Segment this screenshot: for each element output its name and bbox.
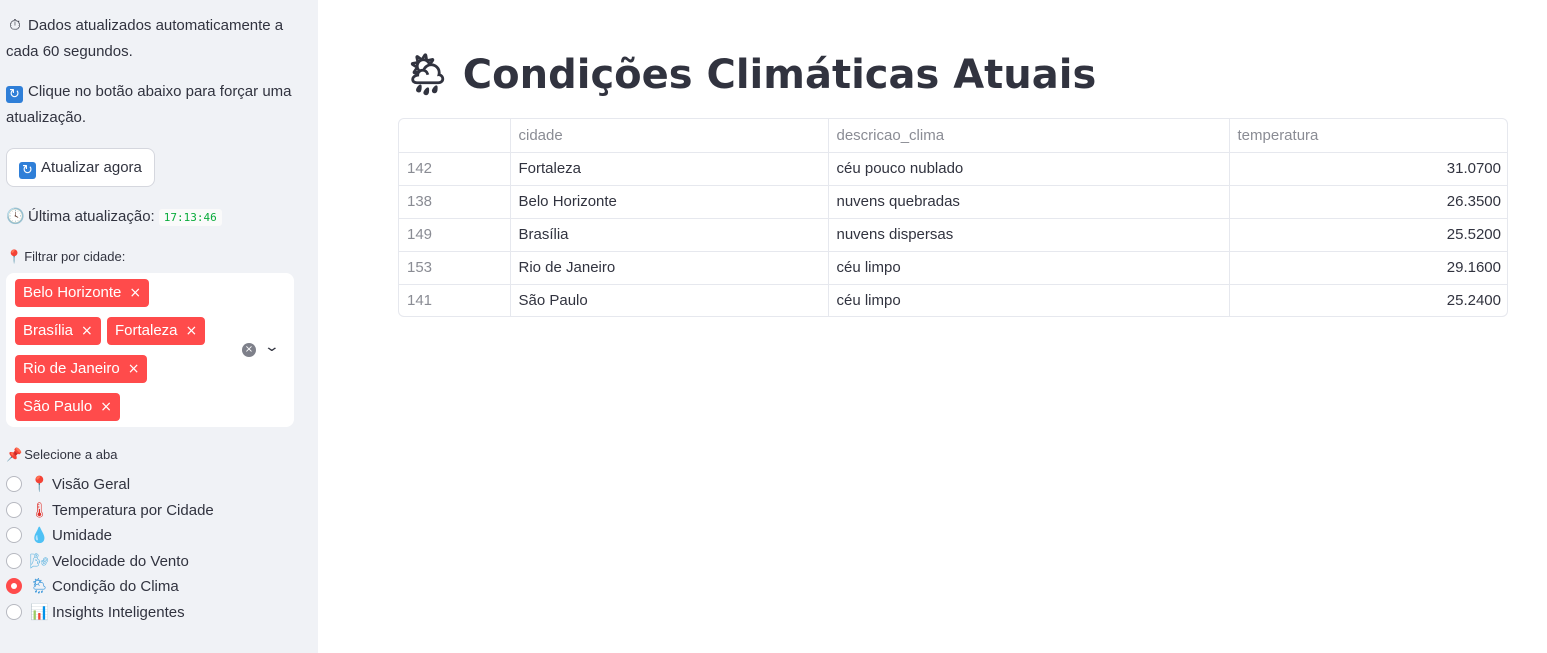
radio-condicao-clima[interactable]: 🌦 Condição do Clima bbox=[6, 575, 179, 597]
radio-button[interactable] bbox=[6, 604, 22, 620]
auto-update-text: Dados atualizados automaticamente a cada… bbox=[6, 17, 284, 60]
radio-button[interactable] bbox=[6, 476, 22, 492]
radio-button[interactable] bbox=[6, 502, 22, 518]
cell-cidade[interactable]: Belo Horizonte bbox=[510, 185, 829, 219]
page-title: 🌦 Condições Climáticas Atuais bbox=[402, 44, 1096, 106]
last-update-row: 🕓 Última atualização: 17:13:46 bbox=[6, 203, 222, 231]
filter-label-text: Filtrar por cidade: bbox=[24, 249, 126, 264]
row-index: 138 bbox=[399, 185, 511, 219]
table-row[interactable]: 141 São Paulo céu limpo 25.2400 bbox=[399, 284, 1507, 316]
radio-label: Visão Geral bbox=[52, 476, 131, 493]
thermometer-icon: 🌡 bbox=[30, 501, 50, 519]
cell-temperatura[interactable]: 29.1600 bbox=[1229, 251, 1507, 285]
update-now-button[interactable]: ↻ Atualizar agora bbox=[6, 148, 155, 187]
column-header-cidade[interactable]: cidade bbox=[510, 119, 829, 153]
tab-select-label: 📌 Selecione a aba bbox=[6, 446, 117, 465]
table-header-row: cidade descricao_clima temperatura bbox=[399, 119, 1507, 153]
pin-icon: 📍 bbox=[6, 250, 23, 265]
chip-sao-paulo[interactable]: São Paulo × bbox=[15, 393, 120, 421]
clear-all-icon[interactable]: × bbox=[242, 343, 256, 357]
force-update-note: ↻ Clique no botão abaixo para forçar uma … bbox=[6, 79, 306, 131]
radio-button[interactable] bbox=[6, 527, 22, 543]
cell-cidade[interactable]: Fortaleza bbox=[510, 152, 829, 186]
wind-icon: 🌬 bbox=[30, 552, 50, 570]
last-update-time: 17:13:46 bbox=[158, 209, 222, 226]
refresh-icon: ↻ bbox=[6, 86, 23, 103]
force-update-text: Clique no botão abaixo para forçar uma a… bbox=[6, 83, 292, 126]
remove-chip-icon[interactable]: × bbox=[81, 323, 93, 339]
pin-icon: 📍 bbox=[30, 475, 49, 493]
cell-temperatura[interactable]: 26.3500 bbox=[1229, 185, 1507, 219]
cell-cidade[interactable]: Rio de Janeiro bbox=[510, 251, 829, 285]
weather-icon: 🌦 bbox=[30, 577, 50, 595]
radio-label: Umidade bbox=[52, 527, 113, 544]
droplet-icon: 💧 bbox=[30, 526, 49, 544]
cell-descricao[interactable]: nuvens quebradas bbox=[828, 185, 1230, 219]
cell-descricao[interactable]: céu pouco nublado bbox=[828, 152, 1230, 186]
chip-brasilia[interactable]: Brasília × bbox=[15, 317, 101, 345]
cell-cidade[interactable]: Brasília bbox=[510, 218, 829, 252]
cell-descricao[interactable]: céu limpo bbox=[828, 251, 1230, 285]
table-row[interactable]: 138 Belo Horizonte nuvens quebradas 26.3… bbox=[399, 185, 1507, 219]
chip-fortaleza[interactable]: Fortaleza × bbox=[107, 317, 206, 345]
radio-button[interactable] bbox=[6, 553, 22, 569]
row-index: 141 bbox=[399, 284, 511, 316]
auto-update-note: ⏱ Dados atualizados automaticamente a cad… bbox=[6, 12, 306, 65]
table-row[interactable]: 153 Rio de Janeiro céu limpo 29.1600 bbox=[399, 251, 1507, 285]
chip-label: Brasília bbox=[23, 322, 74, 339]
tab-select-label-text: Selecione a aba bbox=[24, 447, 118, 462]
cell-temperatura[interactable]: 25.2400 bbox=[1229, 284, 1507, 316]
clock-icon: 🕓 bbox=[6, 207, 25, 225]
remove-chip-icon[interactable]: × bbox=[129, 285, 141, 301]
column-header-index bbox=[399, 119, 511, 153]
chip-label: Belo Horizonte bbox=[23, 284, 122, 301]
chevron-down-icon[interactable]: ⌄ bbox=[264, 339, 280, 355]
pushpin-icon: 📌 bbox=[6, 448, 23, 463]
bar-chart-icon: 📊 bbox=[30, 603, 49, 621]
refresh-icon: ↻ bbox=[19, 162, 36, 179]
chip-belo-horizonte[interactable]: Belo Horizonte × bbox=[15, 279, 150, 307]
radio-visao-geral[interactable]: 📍 Visão Geral bbox=[6, 473, 130, 495]
cell-descricao[interactable]: nuvens dispersas bbox=[828, 218, 1230, 252]
cell-descricao[interactable]: céu limpo bbox=[828, 284, 1230, 316]
last-update-label: Última atualização: bbox=[28, 208, 155, 225]
remove-chip-icon[interactable]: × bbox=[186, 323, 198, 339]
radio-label: Temperatura por Cidade bbox=[52, 502, 214, 519]
radio-temperatura[interactable]: 🌡 Temperatura por Cidade bbox=[6, 499, 214, 521]
stopwatch-icon: ⏱ bbox=[9, 16, 21, 34]
remove-chip-icon[interactable]: × bbox=[100, 399, 112, 415]
radio-insights[interactable]: 📊 Insights Inteligentes bbox=[6, 601, 185, 623]
sun-rain-cloud-icon: 🌦 bbox=[402, 52, 453, 98]
radio-label: Condição do Clima bbox=[52, 578, 179, 595]
chip-label: Fortaleza bbox=[115, 322, 178, 339]
column-header-temperatura[interactable]: temperatura bbox=[1229, 119, 1507, 153]
radio-label: Velocidade do Vento bbox=[52, 553, 189, 570]
row-index: 153 bbox=[399, 251, 511, 285]
sidebar: ⏱ Dados atualizados automaticamente a cad… bbox=[0, 0, 318, 653]
table-row[interactable]: 142 Fortaleza céu pouco nublado 31.0700 bbox=[399, 152, 1507, 186]
city-multiselect[interactable]: Belo Horizonte × Brasília × Fortaleza × Rio… bbox=[6, 273, 294, 427]
chip-label: São Paulo bbox=[23, 398, 93, 415]
radio-button-selected[interactable] bbox=[6, 578, 22, 594]
cell-cidade[interactable]: São Paulo bbox=[510, 284, 829, 316]
cell-temperatura[interactable]: 25.5200 bbox=[1229, 218, 1507, 252]
page-title-text: Condições Climáticas Atuais bbox=[462, 52, 1097, 98]
update-now-label: Atualizar agora bbox=[41, 159, 142, 176]
weather-table[interactable]: cidade descricao_clima temperatura 142 F… bbox=[398, 118, 1508, 317]
remove-chip-icon[interactable]: × bbox=[128, 361, 140, 377]
row-index: 149 bbox=[399, 218, 511, 252]
cell-temperatura[interactable]: 31.0700 bbox=[1229, 152, 1507, 186]
chip-label: Rio de Janeiro bbox=[23, 360, 120, 377]
filter-label: 📍 Filtrar por cidade: bbox=[6, 248, 125, 267]
table-row[interactable]: 149 Brasília nuvens dispersas 25.5200 bbox=[399, 218, 1507, 252]
radio-umidade[interactable]: 💧 Umidade bbox=[6, 524, 112, 546]
row-index: 142 bbox=[399, 152, 511, 186]
chip-rio-de-janeiro[interactable]: Rio de Janeiro × bbox=[15, 355, 148, 383]
radio-label: Insights Inteligentes bbox=[52, 604, 185, 621]
column-header-descricao[interactable]: descricao_clima bbox=[828, 119, 1230, 153]
radio-vento[interactable]: 🌬 Velocidade do Vento bbox=[6, 550, 189, 572]
